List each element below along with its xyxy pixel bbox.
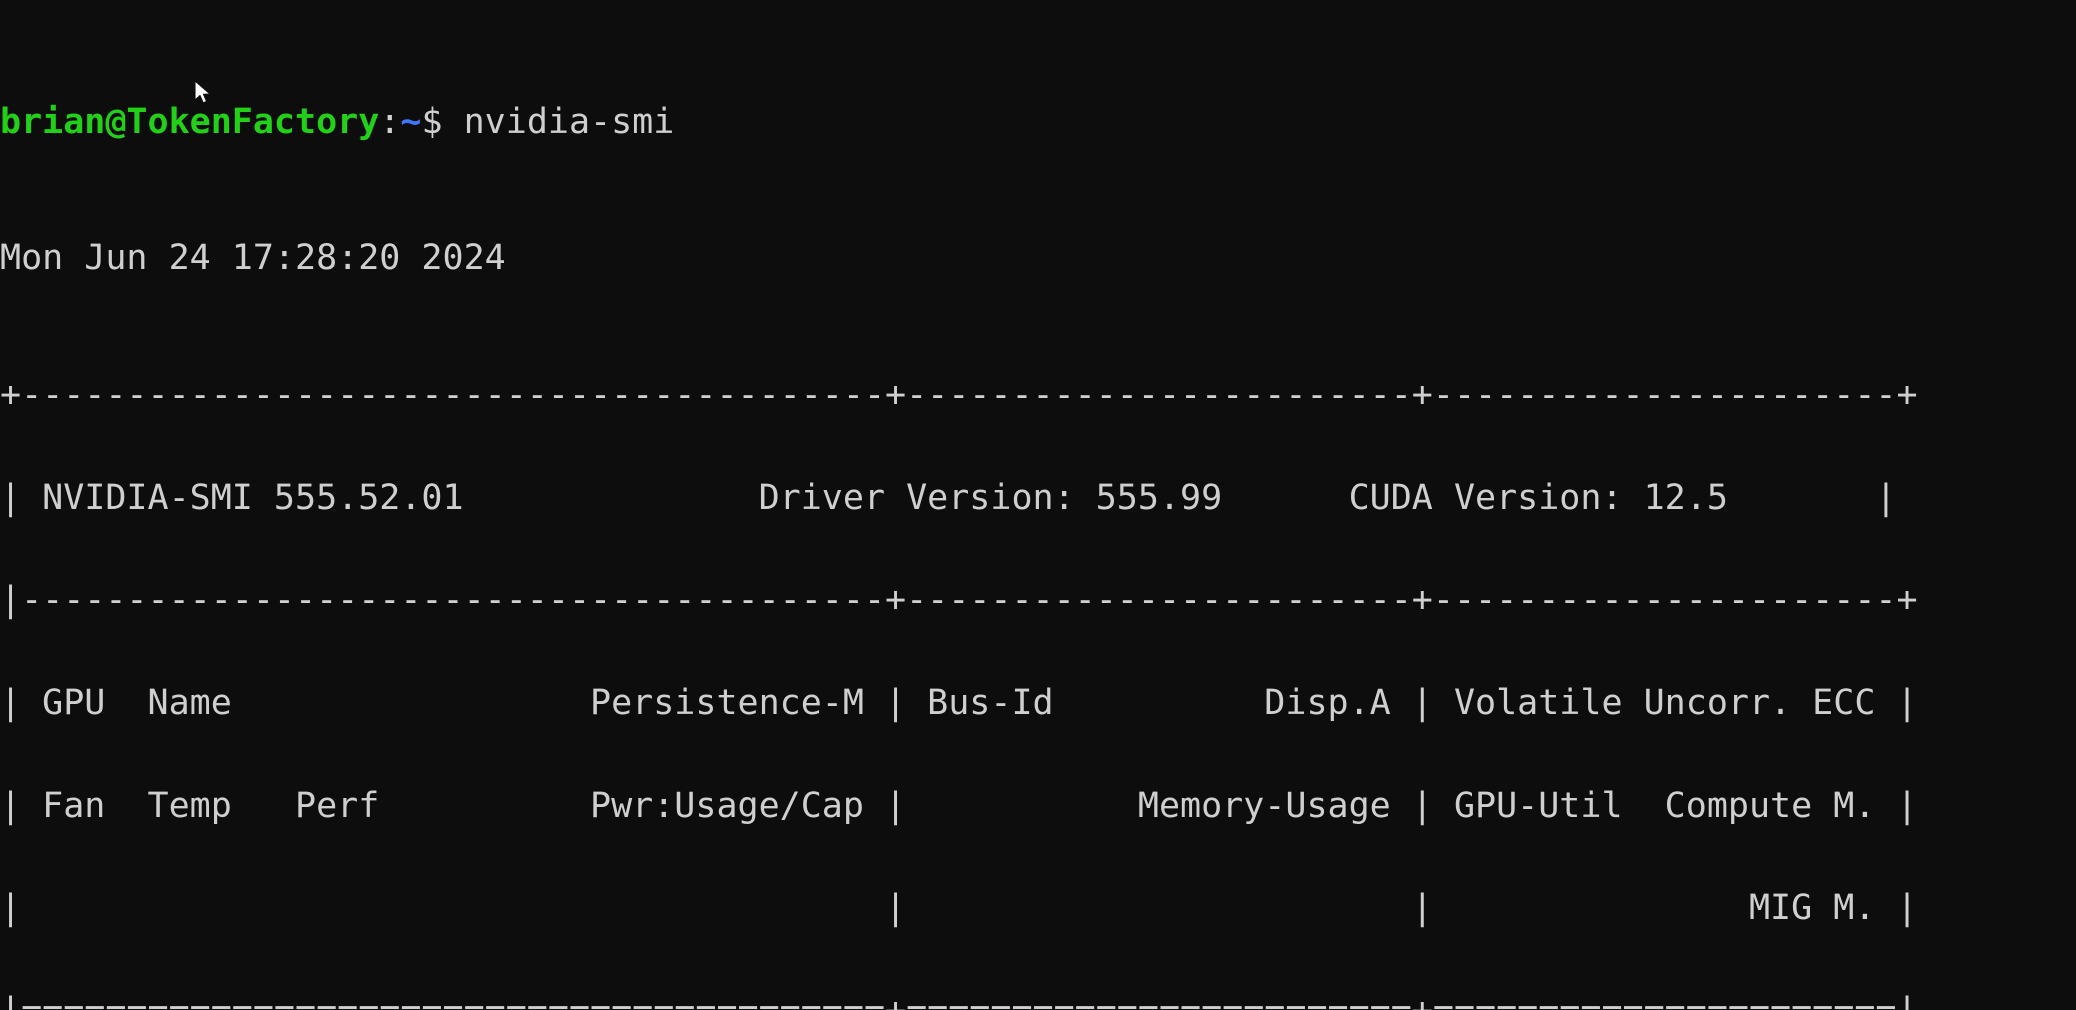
gpu-table-header-row-2: | Fan Temp Perf Pwr:Usage/Cap | Memory-U… — [0, 785, 1918, 826]
command-text: nvidia-smi — [442, 101, 675, 142]
prompt-dollar: $ — [421, 101, 443, 142]
gpu-table-top-border: +---------------------------------------… — [0, 375, 1918, 416]
smi-version-row: | NVIDIA-SMI 555.52.01 Driver Version: 5… — [0, 477, 1897, 518]
prompt-colon: : — [379, 101, 401, 142]
gpu-table-header-row-3: | | | MIG M. | — [0, 888, 1918, 929]
prompt-path: ~ — [400, 101, 422, 142]
output-timestamp: Mon Jun 24 17:28:20 2024 — [0, 238, 506, 279]
terminal-screen: brian@TokenFactory:~$ nvidia-smi Mon Jun… — [0, 2, 1918, 1010]
gpu-table-header-separator: |=======================================… — [0, 993, 1918, 1010]
gpu-table-header-row-1: | GPU Name Persistence-M | Bus-Id Disp.A… — [0, 682, 1918, 723]
prompt-line-command: brian@TokenFactory:~$ nvidia-smi — [0, 101, 1918, 142]
terminal-window[interactable]: brian@TokenFactory:~$ nvidia-smi Mon Jun… — [0, 0, 2076, 1010]
gpu-table-header-divider: |---------------------------------------… — [0, 580, 1918, 621]
prompt-user-host: brian@TokenFactory — [0, 101, 380, 142]
